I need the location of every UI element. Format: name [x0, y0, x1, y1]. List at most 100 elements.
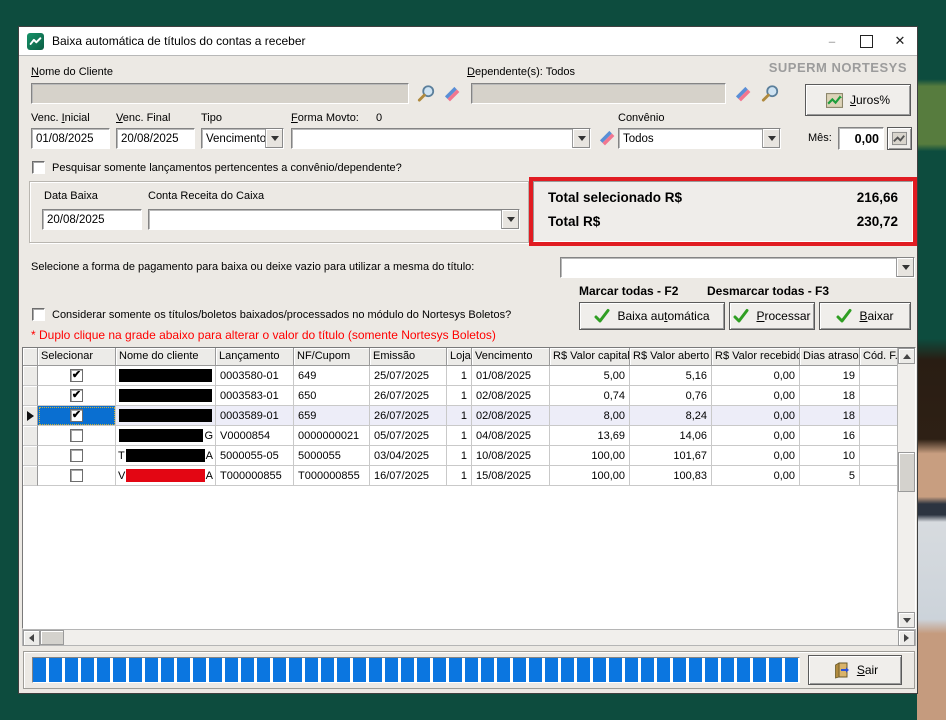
cell-nf[interactable]: 0000000021 [294, 426, 370, 446]
row-checkbox[interactable] [70, 449, 83, 462]
client-name-cell[interactable]: TA [116, 446, 216, 466]
pesquisar-checkbox[interactable] [32, 161, 45, 174]
select-cell[interactable] [38, 426, 116, 446]
column-header-nf[interactable]: NF/Cupom [294, 348, 370, 366]
cell-dias[interactable]: 18 [800, 406, 860, 426]
cell-lancamento[interactable]: 5000055-05 [216, 446, 294, 466]
horizontal-scroll-thumb[interactable] [40, 630, 64, 645]
dependentes-input[interactable] [471, 83, 726, 104]
select-cell[interactable] [38, 446, 116, 466]
cell-aberto[interactable]: 5,16 [630, 366, 712, 386]
cell-dias[interactable]: 5 [800, 466, 860, 486]
considerar-checkbox[interactable] [32, 308, 45, 321]
cell-lancamento[interactable]: 0003580-01 [216, 366, 294, 386]
cell-recebido[interactable]: 0,00 [712, 446, 800, 466]
scroll-right-button[interactable] [898, 630, 915, 646]
horizontal-scrollbar[interactable] [22, 629, 916, 646]
cell-nf[interactable]: 649 [294, 366, 370, 386]
scroll-left-button[interactable] [23, 630, 40, 646]
row-selector[interactable] [23, 366, 38, 386]
juros-button[interactable]: Juros% [805, 84, 911, 116]
column-header-loja[interactable]: Loja [447, 348, 472, 366]
mes-chart-button[interactable] [887, 127, 912, 150]
column-header-capital[interactable]: R$ Valor capital [550, 348, 630, 366]
cell-capital[interactable]: 100,00 [550, 446, 630, 466]
minimize-button[interactable]: – [815, 27, 849, 55]
table-row[interactable]: GV0000854000000002105/07/2025104/08/2025… [23, 426, 900, 446]
conta-receita-select[interactable] [148, 209, 520, 230]
cell-recebido[interactable]: 0,00 [712, 366, 800, 386]
cell-emissao[interactable]: 16/07/2025 [370, 466, 447, 486]
cell-emissao[interactable]: 25/07/2025 [370, 366, 447, 386]
eraser-icon[interactable] [442, 84, 462, 104]
data-baixa-input[interactable] [42, 209, 142, 230]
cell-lancamento[interactable]: T000000855 [216, 466, 294, 486]
cell-aberto[interactable]: 14,06 [630, 426, 712, 446]
table-row[interactable]: TA5000055-05500005503/04/2025110/08/2025… [23, 446, 900, 466]
sair-button[interactable]: Sair [808, 655, 902, 685]
cell-lancamento[interactable]: 0003589-01 [216, 406, 294, 426]
cell-capital[interactable]: 100,00 [550, 466, 630, 486]
baixar-button[interactable]: Baixar [819, 302, 911, 330]
select-cell[interactable]: ✔ [38, 386, 116, 406]
row-selector[interactable] [23, 466, 38, 486]
select-cell[interactable]: ✔ [38, 366, 116, 386]
column-header-rowsel[interactable] [23, 348, 38, 366]
vertical-scroll-thumb[interactable] [898, 452, 915, 492]
cell-nf[interactable]: 5000055 [294, 446, 370, 466]
cell-loja[interactable]: 1 [447, 366, 472, 386]
venc-inicial-input[interactable] [31, 128, 110, 149]
pagamento-select[interactable] [560, 257, 915, 278]
titles-grid[interactable]: SelecionarNome do clienteLançamentoNF/Cu… [22, 347, 916, 629]
column-header-recebido[interactable]: R$ Valor recebido [712, 348, 800, 366]
table-row[interactable]: ✔ 0003580-0164925/07/2025101/08/20255,005… [23, 366, 900, 386]
maximize-button[interactable] [849, 27, 883, 55]
row-checkbox[interactable]: ✔ [70, 409, 83, 422]
cell-cod[interactable] [860, 386, 900, 406]
cell-vencimento[interactable]: 04/08/2025 [472, 426, 550, 446]
row-checkbox[interactable] [70, 429, 83, 442]
cell-nf[interactable]: T000000855 [294, 466, 370, 486]
cell-dias[interactable]: 10 [800, 446, 860, 466]
cell-aberto[interactable]: 8,24 [630, 406, 712, 426]
client-name-cell[interactable] [116, 366, 216, 386]
column-header-nome[interactable]: Nome do cliente [116, 348, 216, 366]
row-selector[interactable] [23, 426, 38, 446]
client-name-cell[interactable] [116, 406, 216, 426]
cell-lancamento[interactable]: V0000854 [216, 426, 294, 446]
cell-recebido[interactable]: 0,00 [712, 406, 800, 426]
select-cell[interactable]: ✔ [38, 406, 116, 426]
cell-vencimento[interactable]: 15/08/2025 [472, 466, 550, 486]
cell-recebido[interactable]: 0,00 [712, 426, 800, 446]
cell-recebido[interactable]: 0,00 [712, 386, 800, 406]
scroll-down-button[interactable] [898, 612, 915, 628]
column-header-lancamento[interactable]: Lançamento [216, 348, 294, 366]
cell-capital[interactable]: 5,00 [550, 366, 630, 386]
cell-aberto[interactable]: 100,83 [630, 466, 712, 486]
cell-recebido[interactable]: 0,00 [712, 466, 800, 486]
cell-emissao[interactable]: 05/07/2025 [370, 426, 447, 446]
client-name-cell[interactable] [116, 386, 216, 406]
cell-cod[interactable] [860, 426, 900, 446]
cell-vencimento[interactable]: 02/08/2025 [472, 386, 550, 406]
row-selector[interactable] [23, 446, 38, 466]
cell-loja[interactable]: 1 [447, 466, 472, 486]
column-header-emissao[interactable]: Emissão [370, 348, 447, 366]
cell-loja[interactable]: 1 [447, 386, 472, 406]
cell-capital[interactable]: 8,00 [550, 406, 630, 426]
baixa-automatica-button[interactable]: Baixa automática [579, 302, 725, 330]
venc-final-input[interactable] [116, 128, 195, 149]
cell-vencimento[interactable]: 01/08/2025 [472, 366, 550, 386]
cell-loja[interactable]: 1 [447, 426, 472, 446]
cell-emissao[interactable]: 26/07/2025 [370, 406, 447, 426]
column-header-sel[interactable]: Selecionar [38, 348, 116, 366]
search-icon[interactable] [416, 84, 436, 104]
close-button[interactable]: ✕ [883, 27, 917, 55]
cell-dias[interactable]: 18 [800, 386, 860, 406]
cell-aberto[interactable]: 0,76 [630, 386, 712, 406]
convenio-select[interactable]: Todos [618, 128, 781, 149]
table-row[interactable]: VAT000000855T00000085516/07/2025115/08/2… [23, 466, 900, 486]
cell-vencimento[interactable]: 02/08/2025 [472, 406, 550, 426]
eraser-icon[interactable] [733, 84, 753, 104]
table-row[interactable]: ✔0003583-0165026/07/2025102/08/20250,740… [23, 386, 900, 406]
